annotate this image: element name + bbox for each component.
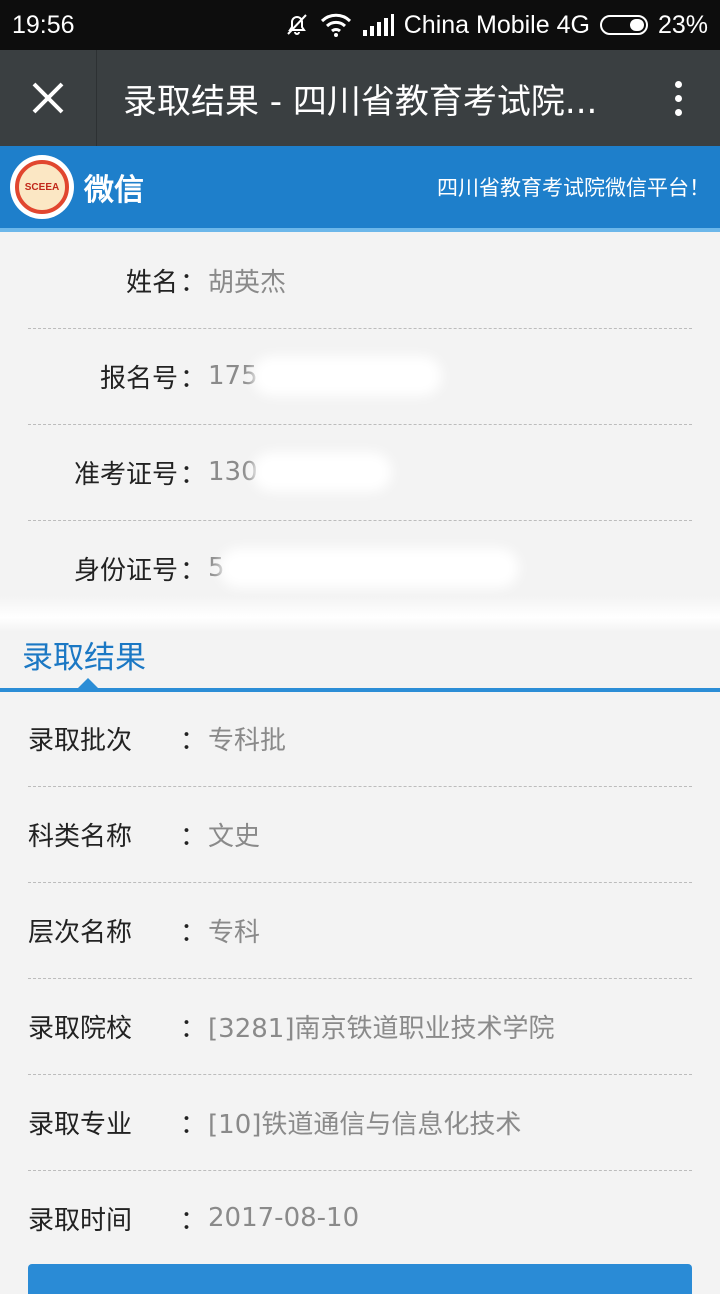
mute-bell-icon (287, 14, 307, 35)
field-label: 科类名称 (28, 821, 133, 852)
status-right: China Mobile 4G 23% (274, 11, 708, 40)
info-row-registration: 报名号： 175 (28, 328, 692, 425)
result-row-level: 层次名称： 专科 (28, 882, 692, 979)
signal-icon (362, 14, 394, 36)
page-title: 录取结果 - 四川省教育考试院... (123, 81, 598, 122)
carrier-label: China Mobile 4G (403, 10, 590, 39)
status-bar: 19:56 China Mobile 4G 23% (0, 0, 720, 50)
field-label: 层次名称 (28, 917, 133, 948)
field-label: 报名号 (99, 363, 178, 394)
more-vertical-icon[interactable] (675, 80, 682, 116)
result-section-title: 录取结果 (22, 640, 146, 676)
bottom-action-button[interactable] (28, 1264, 692, 1294)
sceea-logo: SCEEA (10, 155, 74, 219)
field-value: 130 (208, 457, 258, 487)
field-value: 专科 (208, 917, 261, 948)
result-section-header: 录取结果 (0, 622, 720, 692)
platform-slogan: 四川省教育考试院微信平台！ (437, 176, 710, 200)
field-label: 身份证号 (73, 555, 178, 586)
result-row-batch: 录取批次： 专科批 (28, 690, 692, 787)
field-label: 录取批次 (28, 725, 133, 756)
field-value: 胡英杰 (208, 267, 287, 298)
field-label: 录取院校 (28, 1013, 133, 1044)
result-row-date: 录取时间： 2017-08-10 (28, 1170, 692, 1266)
close-icon (32, 82, 64, 114)
info-row-exam-ticket: 准考证号： 130 (28, 424, 692, 521)
field-value: 2017-08-10 (208, 1203, 360, 1233)
tab-indicator-icon (78, 678, 98, 688)
field-value: 文史 (208, 821, 261, 852)
result-row-school: 录取院校： [3281]南京铁道职业技术学院 (28, 978, 692, 1075)
field-label: 录取时间 (28, 1205, 133, 1236)
brand-banner: SCEEA 微信 四川省教育考试院微信平台！ (0, 146, 720, 232)
field-value: 专科批 (208, 725, 287, 756)
close-button[interactable] (0, 50, 97, 146)
battery-icon (599, 15, 648, 35)
field-label: 姓名 (125, 267, 178, 298)
status-time: 19:56 (12, 10, 75, 39)
field-label: 准考证号 (73, 459, 178, 490)
field-label: 录取专业 (28, 1109, 133, 1140)
redaction-mask (251, 356, 442, 396)
redaction-mask (251, 452, 392, 492)
result-row-subject: 科类名称： 文史 (28, 786, 692, 883)
info-row-name: 姓名： 胡英杰 (28, 232, 692, 329)
wechat-label: 微信 (84, 173, 144, 208)
field-value: [3281]南京铁道职业技术学院 (208, 1013, 555, 1044)
wifi-icon (320, 13, 351, 37)
field-value: [10]铁道通信与信息化技术 (208, 1109, 522, 1140)
result-row-major: 录取专业： [10]铁道通信与信息化技术 (28, 1074, 692, 1171)
field-value: 175 (208, 361, 258, 391)
app-bar: 录取结果 - 四川省教育考试院... (0, 50, 720, 146)
redaction-mask (218, 548, 519, 588)
battery-percent: 23% (657, 10, 708, 39)
